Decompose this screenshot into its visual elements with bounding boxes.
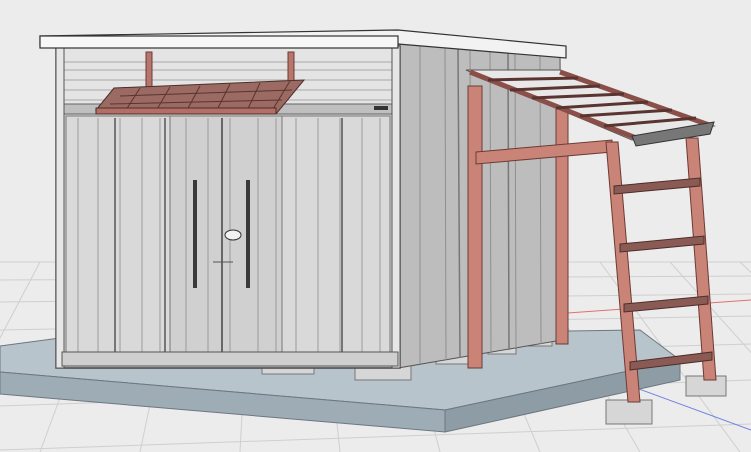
scene-canvas[interactable] [0, 0, 751, 452]
door-handle-right [246, 180, 250, 288]
3d-viewport[interactable] [0, 0, 751, 452]
door-handle-left [193, 180, 197, 288]
sliding-doors [61, 115, 399, 367]
door-lock-icon [224, 229, 242, 241]
vent-slot [374, 106, 388, 110]
